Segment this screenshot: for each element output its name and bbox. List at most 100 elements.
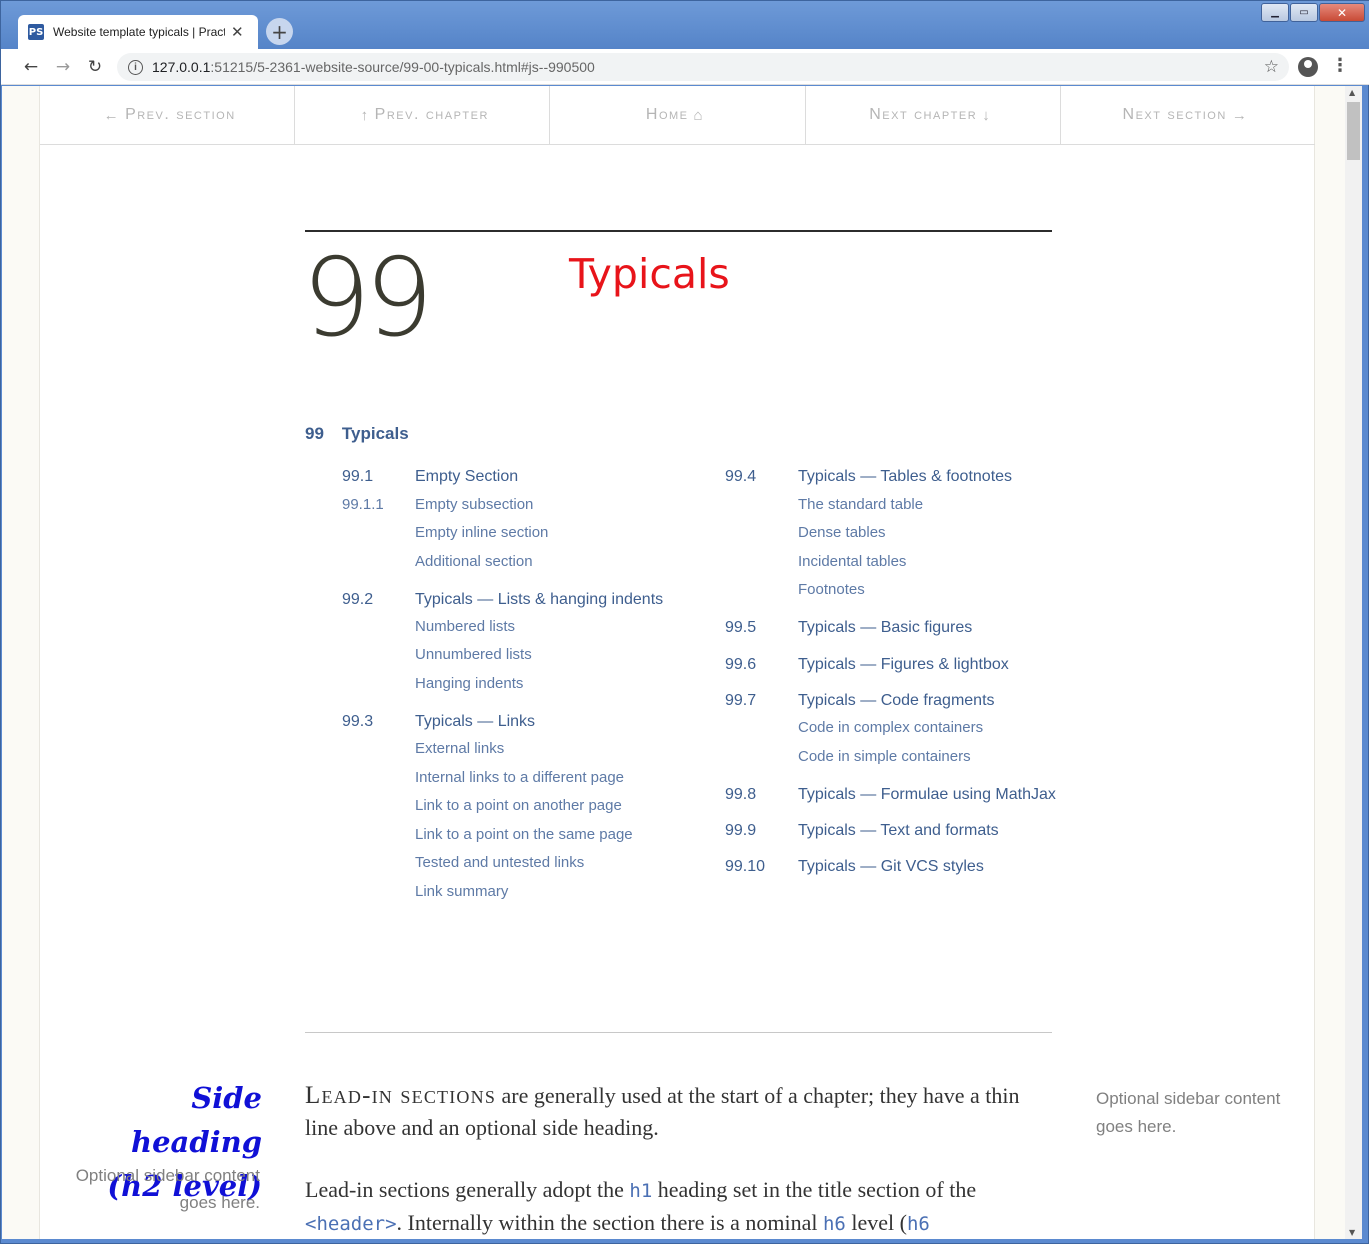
next-chapter-link[interactable]: Next chapter ↓ (806, 86, 1061, 144)
prev-chapter-label: Prev. chapter (374, 106, 489, 123)
home-icon: ⌂ (693, 106, 705, 124)
scrollbar-thumb[interactable] (1347, 102, 1360, 160)
chapter-navigation: ← Prev. section ↑ Prev. chapter Home ⌂ Next… (40, 86, 1315, 145)
toc-subitem[interactable]: Tested and untested links (415, 854, 584, 871)
prev-chapter-link[interactable]: ↑ Prev. chapter (295, 86, 551, 144)
para-text-d: level ( (845, 1210, 907, 1235)
toc-item-title[interactable]: Typicals — Text and formats (798, 822, 999, 840)
toc-item-number[interactable]: 99.5 (725, 619, 756, 637)
toc-subitem[interactable]: Code in simple containers (798, 748, 971, 765)
back-arrow-icon[interactable]: ← (19, 55, 43, 79)
minimize-button[interactable]: ▁ (1261, 3, 1289, 22)
tab-title: Website template typicals | Practi (53, 25, 225, 39)
address-bar[interactable]: i 127.0.0.1:51215/5-2361-website-source/… (117, 53, 1289, 81)
toc-item-title[interactable]: Typicals — Lists & hanging indents (415, 591, 663, 609)
site-favicon-icon: PS (28, 24, 44, 40)
reload-icon[interactable]: ↻ (83, 55, 107, 79)
toc-item-number[interactable]: 99.6 (725, 656, 756, 674)
code-h6-b: h6 (906, 1213, 930, 1235)
page-content: ← Prev. section ↑ Prev. chapter Home ⌂ Next… (39, 86, 1315, 1239)
lead-in-paragraph: Lead-in sections are generally used at t… (305, 1080, 1055, 1144)
toc-subitem[interactable]: Code in complex containers (798, 719, 983, 736)
toc-item-title[interactable]: Typicals — Code fragments (798, 692, 995, 710)
toc-subitem[interactable]: Hanging indents (415, 675, 523, 692)
side-heading-line1: Side heading (131, 1081, 262, 1159)
toc-subitem[interactable]: The standard table (798, 496, 923, 513)
toc-item-title[interactable]: Typicals — Links (415, 713, 535, 731)
site-info-icon[interactable]: i (128, 59, 143, 75)
home-link[interactable]: Home ⌂ (550, 86, 806, 144)
toc-subitem[interactable]: Empty subsection (415, 496, 533, 513)
arrow-down-icon: ↓ (982, 106, 992, 124)
body-paragraph: Lead-in sections generally adopt the h1 … (305, 1174, 1055, 1239)
lead-in-caps: Lead-in sections (305, 1082, 497, 1109)
sidebar-right-note: Optional sidebar content goes here. (1096, 1089, 1281, 1136)
tab-close-icon[interactable]: ✕ (231, 23, 244, 41)
para-text-c: . Internally within the section there is… (396, 1210, 823, 1235)
toc-subitem[interactable]: Link to a point on the same page (415, 826, 633, 843)
chapter-title: Typicals (569, 250, 730, 298)
code-h1: h1 (629, 1180, 653, 1202)
section-rule (305, 1032, 1052, 1033)
page-viewport: ← Prev. section ↑ Prev. chapter Home ⌂ Next… (2, 86, 1345, 1239)
prev-section-link[interactable]: ← Prev. section (40, 86, 296, 144)
prev-section-label: Prev. section (125, 106, 236, 123)
toc-item-number[interactable]: 99.4 (725, 468, 756, 486)
toc-item-title[interactable]: Typicals — Basic figures (798, 619, 972, 637)
browser-toolbar: ← → ↻ i 127.0.0.1:51215/5-2361-website-s… (1, 49, 1369, 85)
toc-subitem[interactable]: Internal links to a different page (415, 769, 624, 786)
forward-arrow-icon[interactable]: → (51, 55, 75, 79)
more-menu-icon[interactable]: ⋮ (1331, 55, 1349, 76)
next-section-label: Next section (1122, 106, 1227, 123)
arrow-up-icon: ↑ (360, 106, 370, 124)
code-header: <header> (305, 1213, 397, 1235)
next-chapter-label: Next chapter (869, 106, 978, 123)
toc-subitem[interactable]: Empty inline section (415, 524, 548, 541)
toc-item-title[interactable]: Typicals — Figures & lightbox (798, 656, 1009, 674)
para-text-b: heading set in the title section of the (652, 1177, 977, 1202)
toc-subitem[interactable]: Dense tables (798, 524, 886, 541)
toc-item-number[interactable]: 99.9 (725, 822, 756, 840)
toc-root-title: Typicals (341, 424, 409, 443)
maximize-button[interactable]: ▭ (1290, 3, 1318, 22)
toc-subitem[interactable]: Incidental tables (798, 553, 906, 570)
browser-tab[interactable]: PS Website template typicals | Practi ✕ (18, 15, 258, 49)
toc-subitem[interactable]: Link to a point on another page (415, 797, 622, 814)
toc-item-number[interactable]: 99.3 (342, 713, 373, 731)
account-icon[interactable] (1298, 57, 1318, 77)
scroll-up-icon[interactable]: ▲ (1349, 88, 1355, 97)
toc-item-title[interactable]: Empty Section (415, 468, 518, 486)
toc-root-number: 99 (305, 424, 324, 443)
code-h6: h6 (822, 1213, 846, 1235)
toc-item-number[interactable]: 99.7 (725, 692, 756, 710)
tab-strip: PS Website template typicals | Practi ✕ … (1, 1, 1369, 49)
new-tab-button[interactable]: + (266, 18, 293, 45)
toc-subitem[interactable]: Numbered lists (415, 618, 515, 635)
toc-item-title[interactable]: Typicals — Git VCS styles (798, 858, 984, 876)
url-text[interactable]: 127.0.0.1:51215/5-2361-website-source/99… (152, 59, 595, 75)
toc-item-title[interactable]: Typicals — Tables & footnotes (798, 468, 1012, 486)
toc-item-number[interactable]: 99.10 (725, 858, 765, 876)
scroll-down-icon[interactable]: ▼ (1349, 1228, 1355, 1237)
toc-subitem[interactable]: Link summary (415, 883, 508, 900)
chapter-number: 99 (302, 236, 433, 361)
browser-window: PS Website template typicals | Practi ✕ … (0, 0, 1369, 1244)
arrow-right-icon: → (1231, 106, 1249, 124)
toc-subitem[interactable]: Additional section (415, 553, 533, 570)
next-section-link[interactable]: Next section → (1061, 86, 1315, 144)
para-text-a: Lead-in sections generally adopt the (305, 1177, 630, 1202)
url-path: :51215/5-2361-website-source/99-00-typic… (210, 59, 595, 75)
toc-item-title[interactable]: Typicals — Formulae using MathJax (798, 786, 1056, 804)
bookmark-star-icon[interactable]: ☆ (1264, 57, 1279, 77)
toc-item-number[interactable]: 99.8 (725, 786, 756, 804)
toc-subitem-number: 99.1.1 (342, 496, 384, 513)
toc-root-item[interactable]: 99 Typicals (305, 424, 409, 444)
toc-item-number[interactable]: 99.2 (342, 591, 373, 609)
toc-subitem[interactable]: Footnotes (798, 581, 865, 598)
title-rule (305, 230, 1052, 232)
toc-subitem[interactable]: External links (415, 740, 504, 757)
toc-item-number[interactable]: 99.1 (342, 468, 373, 486)
window-close-button[interactable]: ✕ (1319, 3, 1365, 22)
toc-subitem[interactable]: Unnumbered lists (415, 646, 532, 663)
vertical-scrollbar[interactable]: ▲ ▼ (1345, 86, 1362, 1239)
